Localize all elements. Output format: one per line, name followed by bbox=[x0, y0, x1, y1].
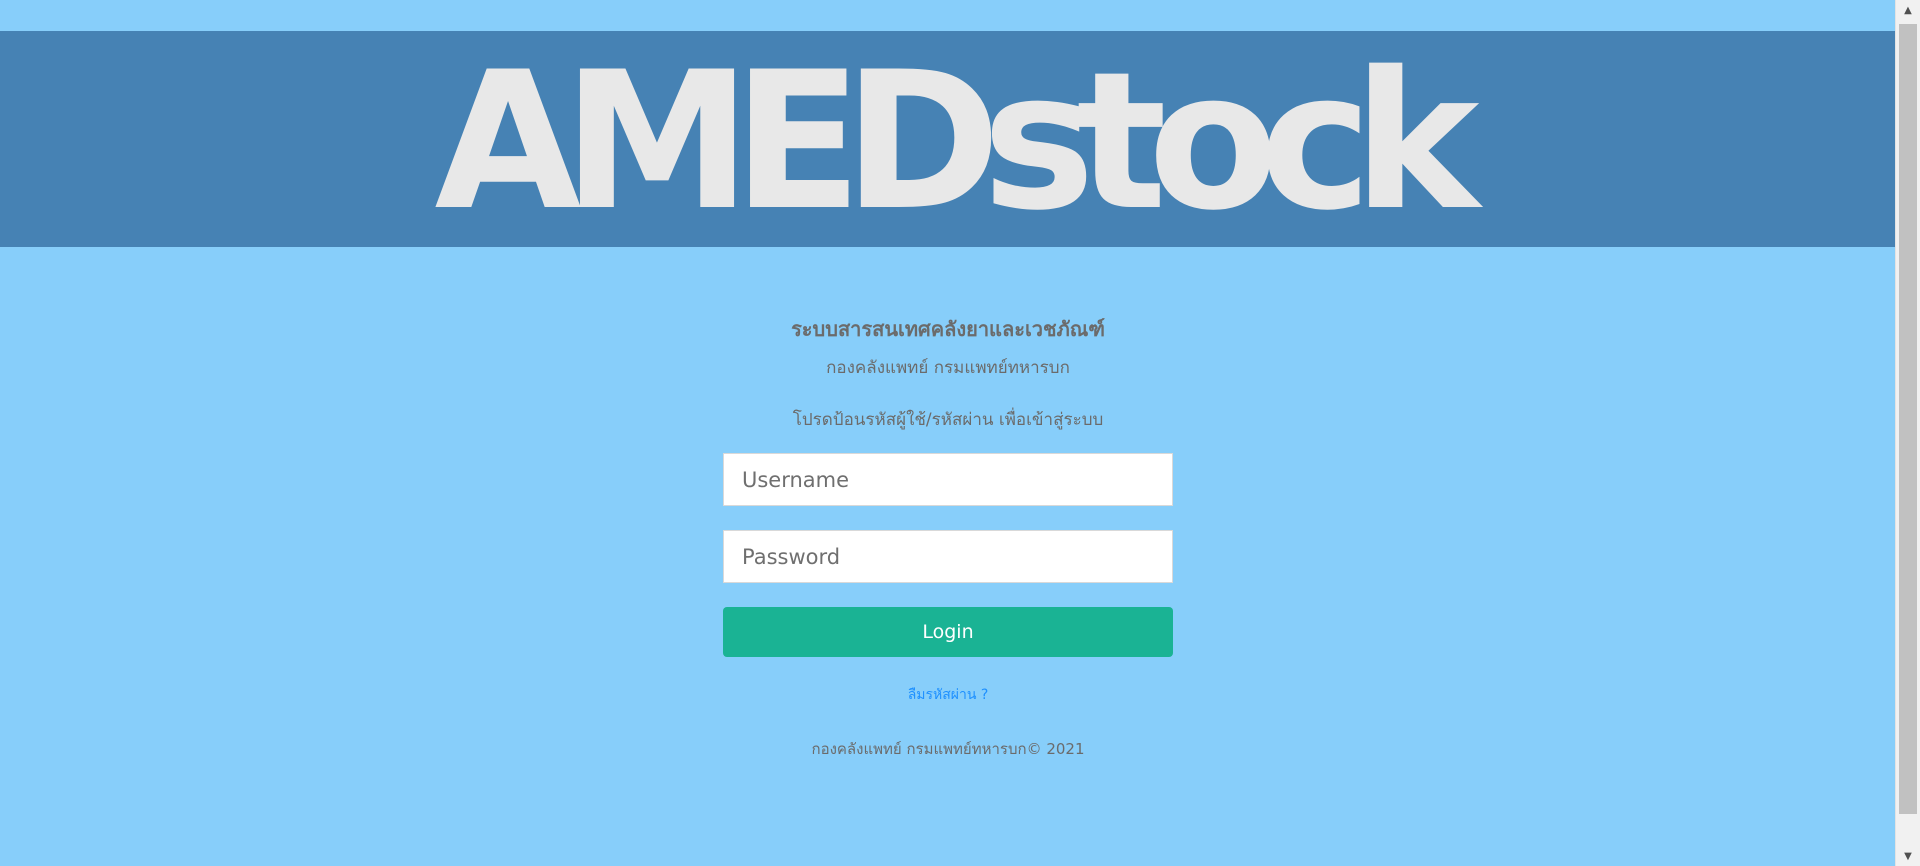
login-page: AMEDstock ระบบสารสนเทศคลังยาและเวชภัณฑ์ … bbox=[0, 0, 1895, 866]
brand-logo: AMEDstock bbox=[434, 31, 1479, 252]
username-input[interactable] bbox=[723, 453, 1173, 506]
triangle-down-icon[interactable]: ▼ bbox=[1896, 846, 1920, 866]
footer-copyright: กองคลังแพทย์ กรมแพทย์ทหารบก© 2021 bbox=[811, 740, 1085, 758]
password-input[interactable] bbox=[723, 530, 1173, 583]
login-panel: ระบบสารสนเทศคลังยาและเวชภัณฑ์ กองคลังแพท… bbox=[723, 247, 1173, 761]
login-button[interactable]: Login bbox=[723, 607, 1173, 657]
system-title: ระบบสารสนเทศคลังยาและเวชภัณฑ์ bbox=[791, 317, 1105, 341]
organization-name: กองคลังแพทย์ กรมแพทย์ทหารบก bbox=[826, 358, 1070, 378]
triangle-up-icon[interactable]: ▲ bbox=[1896, 0, 1920, 20]
scrollbar-thumb[interactable] bbox=[1899, 24, 1917, 814]
vertical-scrollbar[interactable]: ▲ ▼ bbox=[1895, 0, 1920, 866]
login-instruction: โปรดป้อนรหัสผู้ใช้/รหัสผ่าน เพื่อเข้าสู่… bbox=[792, 410, 1104, 430]
forgot-password-link[interactable]: ลืมรหัสผ่าน ? bbox=[908, 684, 989, 706]
